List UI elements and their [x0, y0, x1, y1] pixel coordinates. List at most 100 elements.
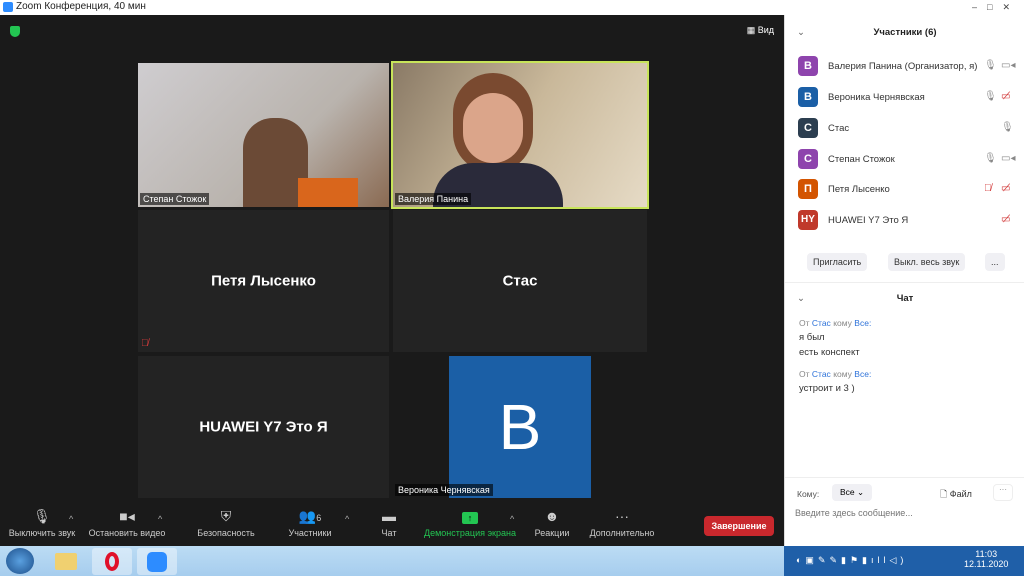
- zoom-taskbar-icon[interactable]: [137, 548, 177, 575]
- chat-compose: Кому: Все ⌄ 🗋 Файл ···: [785, 477, 1024, 546]
- microphone-icon[interactable]: 🎙: [984, 153, 997, 164]
- tile-name: Вероника Чернявская: [395, 484, 493, 496]
- start-button[interactable]: [6, 548, 34, 574]
- shield-icon: ⛨: [220, 508, 232, 524]
- participant-name: Петя Лысенко: [828, 184, 890, 195]
- participants-options-caret[interactable]: ^: [345, 514, 349, 524]
- chat-message-input[interactable]: [795, 508, 1015, 518]
- muted-mic-icon[interactable]: 🎙̸: [984, 183, 992, 194]
- invite-button[interactable]: Пригласить: [807, 253, 868, 271]
- participants-more-button[interactable]: ...: [985, 253, 1005, 271]
- video-tile[interactable]: HUAWEI Y7 Это Я: [138, 356, 389, 498]
- more-dots-icon: ···: [615, 508, 629, 524]
- recipient-select[interactable]: Все ⌄: [832, 484, 873, 501]
- video-tile[interactable]: Степан Стожок: [138, 63, 389, 207]
- chat-header: ⌄ Чат: [797, 293, 914, 304]
- video-camera-icon[interactable]: ▭◂: [1001, 153, 1015, 164]
- tray-icons[interactable]: ◐▣✎✎▮⚑▮ıll◁): [796, 555, 907, 566]
- participants-icon: 👥6: [298, 508, 322, 524]
- security-button[interactable]: ⛨ Безопасность: [194, 508, 258, 538]
- video-off-icon[interactable]: ▭̸: [1001, 183, 1010, 194]
- video-tile[interactable]: Петя Лысенко 🎙̸: [138, 210, 389, 352]
- tile-name: Стас: [502, 272, 538, 290]
- side-panel: ⌄ Участники (6) В Валерия Панина (Организа…: [784, 15, 1024, 546]
- video-off-icon[interactable]: ▭̸: [1001, 214, 1010, 225]
- tile-name: Валерия Панина: [395, 193, 472, 205]
- participants-button[interactable]: 👥6 Участники: [284, 508, 336, 538]
- message-line: есть конспект: [799, 347, 860, 358]
- video-off-icon[interactable]: ▭̸: [1001, 91, 1010, 102]
- participant-row[interactable]: С Степан Стожок 🎙 ▭◂: [798, 149, 1018, 169]
- share-options-caret[interactable]: ^: [510, 514, 514, 524]
- message-line: я был: [799, 332, 825, 343]
- recipient[interactable]: Все:: [854, 318, 871, 328]
- collapse-chevron-icon[interactable]: ⌄: [797, 27, 805, 38]
- collapse-chevron-icon[interactable]: ⌄: [797, 293, 805, 304]
- video-camera-icon: ■◂: [119, 508, 135, 524]
- chat-message: От Стас кому Все: устроит и 3 ): [799, 369, 871, 394]
- more-button[interactable]: ··· Дополнительно: [586, 508, 658, 538]
- participant-row[interactable]: В Вероника Чернявская 🎙 ▭̸: [798, 87, 1018, 107]
- view-button[interactable]: ▦ Вид: [747, 25, 774, 36]
- audio-options-caret[interactable]: ^: [69, 514, 73, 524]
- chat-message: От Стас кому Все: я был есть конспект: [799, 318, 871, 358]
- to-prefix: кому: [833, 369, 852, 379]
- from-prefix: От: [799, 369, 810, 379]
- avatar: B: [449, 356, 591, 498]
- window-controls[interactable]: –□✕: [972, 0, 1020, 14]
- avatar: П: [798, 179, 818, 199]
- opera-taskbar-icon[interactable]: [92, 548, 132, 575]
- share-screen-button[interactable]: ↑ Демонстрация экрана: [420, 508, 520, 538]
- sender[interactable]: Стас: [812, 318, 831, 328]
- avatar: С: [798, 118, 818, 138]
- tile-name: Степан Стожок: [140, 193, 210, 205]
- mute-all-button[interactable]: Выкл. весь звук: [888, 253, 966, 271]
- video-tile[interactable]: Стас: [393, 210, 647, 352]
- explorer-taskbar-icon[interactable]: [46, 548, 86, 575]
- avatar: В: [798, 56, 818, 76]
- reactions-button[interactable]: ☻ Реакции: [532, 508, 572, 538]
- participant-name: Степан Стожок: [828, 154, 895, 165]
- participant-row[interactable]: В Валерия Панина (Организатор, я) 🎙 ▭◂: [798, 56, 1018, 76]
- meeting-toolbar: 🎙 Выключить звук ^ ■◂ Остановить видео ^ ⛨…: [0, 500, 784, 546]
- file-button[interactable]: 🗋 Файл: [940, 487, 972, 503]
- video-tile-active-speaker[interactable]: Валерия Панина: [391, 61, 649, 209]
- avatar: HY: [798, 210, 818, 230]
- participant-video-detail: [298, 178, 358, 207]
- microphone-icon[interactable]: 🎙: [984, 91, 997, 102]
- clock[interactable]: 11:03 12.11.2020: [964, 549, 1008, 569]
- video-options-caret[interactable]: ^: [158, 514, 162, 524]
- chat-button[interactable]: ▬ Чат: [374, 508, 404, 538]
- microphone-icon[interactable]: 🎙: [984, 60, 997, 71]
- end-meeting-button[interactable]: Завершение: [704, 516, 774, 536]
- share-screen-icon: ↑: [420, 508, 520, 528]
- video-area: ▦ Вид Степан Стожок Валерия Панина Петя …: [0, 15, 784, 546]
- participant-row[interactable]: HY HUAWEI Y7 Это Я ▭̸: [798, 210, 1018, 230]
- system-tray: ◐▣✎✎▮⚑▮ıll◁) 11:03 12.11.2020: [784, 546, 1024, 576]
- title-bar: Zoom Конференция, 40 мин –□✕: [0, 0, 1024, 15]
- from-prefix: От: [799, 318, 810, 328]
- participant-name: Вероника Чернявская: [828, 92, 925, 103]
- zoom-logo-icon: [3, 2, 13, 12]
- encryption-shield-icon[interactable]: [10, 26, 20, 37]
- stop-video-button[interactable]: ■◂ Остановить видео: [86, 508, 168, 538]
- video-camera-icon[interactable]: ▭◂: [1001, 60, 1015, 71]
- window-title: Zoom Конференция, 40 мин: [16, 1, 146, 12]
- participant-name: Стас: [828, 123, 850, 134]
- video-tile[interactable]: B Вероника Чернявская: [393, 356, 647, 498]
- chat-bubble-icon: ▬: [382, 508, 396, 524]
- mute-button[interactable]: 🎙 Выключить звук: [6, 508, 78, 538]
- chat-more-button[interactable]: ···: [993, 484, 1013, 501]
- participant-row[interactable]: П Петя Лысенко 🎙̸ ▭̸: [798, 179, 1018, 199]
- to-label: Кому:: [797, 489, 820, 499]
- sender[interactable]: Стас: [812, 369, 831, 379]
- reaction-smiley-icon: ☻: [544, 508, 560, 524]
- recipient[interactable]: Все:: [854, 369, 871, 379]
- participant-name: HUAWEI Y7 Это Я: [828, 215, 909, 226]
- divider: [785, 282, 1024, 283]
- tile-name: HUAWEI Y7 Это Я: [199, 418, 328, 436]
- microphone-icon[interactable]: 🎙: [1001, 122, 1014, 133]
- to-prefix: кому: [833, 318, 852, 328]
- muted-mic-icon: 🎙̸: [141, 338, 149, 349]
- participant-row[interactable]: С Стас 🎙: [798, 118, 1018, 138]
